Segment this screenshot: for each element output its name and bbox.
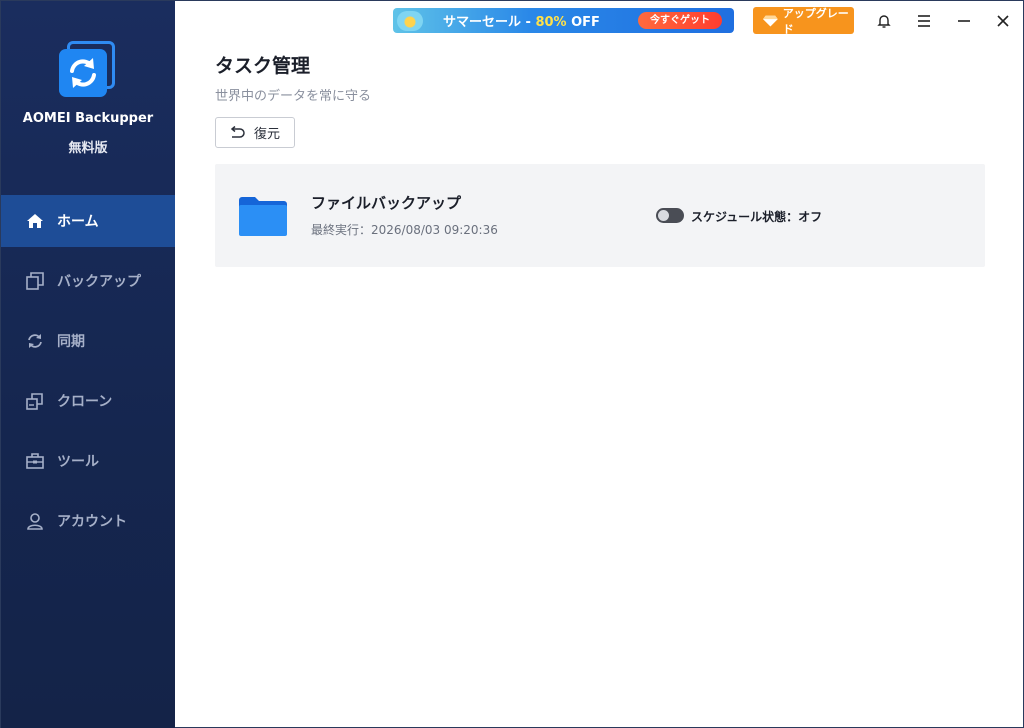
user-icon [25,511,45,531]
sidebar-item-account[interactable]: アカウント [1,495,175,547]
task-card[interactable]: ファイルバックアップ 最終実行：2026/08/03 09:20:36 スケジュ… [215,164,985,267]
backup-icon [25,271,45,291]
upgrade-label: アップグレード [782,6,849,36]
restore-button[interactable]: 復元 [215,117,295,148]
close-button[interactable] [991,9,1015,33]
task-last-run: 最終実行：2026/08/03 09:20:36 [311,223,498,237]
app-edition: 無料版 [68,141,108,156]
promo-off: OFF [566,15,600,30]
schedule-status: スケジュール状態：オフ [691,210,823,224]
app-name: AOMEI Backupper [22,111,154,126]
page-subtitle: 世界中のデータを常に守る [215,89,372,104]
sidebar-item-backup[interactable]: バックアップ [1,255,175,307]
schedule-toggle[interactable] [656,208,684,223]
restore-label: 復元 [254,127,281,142]
hamburger-icon [918,15,930,27]
upgrade-button[interactable]: アップグレード [753,6,854,36]
promo-text: サマーセール - 80% OFF [443,11,600,30]
diamond-icon [763,14,778,27]
home-icon [25,211,45,231]
sidebar-item-sync[interactable]: 同期 [1,315,175,367]
sidebar-item-home[interactable]: ホーム [1,195,175,247]
promo-percent: 80% [535,15,567,30]
logo-front-tile [59,49,107,97]
minimize-button[interactable] [952,9,976,33]
summer-sale-icon [397,10,423,31]
sidebar-item-label: クローン [57,394,113,410]
minimize-icon [958,20,970,22]
sidebar: AOMEI Backupper 無料版 ホーム バックアップ 同期 クローン ツ… [1,1,175,728]
notification-bell-button[interactable] [872,9,896,33]
sidebar-item-label: 同期 [57,334,85,350]
undo-icon [230,125,245,138]
sidebar-item-label: アカウント [57,514,127,530]
app-logo [57,39,119,101]
toggle-knob [658,210,669,221]
folder-icon [239,197,287,236]
clone-icon [25,391,45,411]
sidebar-item-clone[interactable]: クローン [1,375,175,427]
promo-get-now-button[interactable]: 今すぐゲット [638,12,722,29]
app-window: AOMEI Backupper 無料版 ホーム バックアップ 同期 クローン ツ… [0,0,1024,728]
close-icon [997,15,1009,27]
sidebar-nav: ホーム バックアップ 同期 クローン ツール アカウント [1,195,175,555]
sidebar-item-tools[interactable]: ツール [1,435,175,487]
bell-icon [877,15,891,28]
menu-button[interactable] [912,9,936,33]
promo-label: サマーセール - [443,15,536,30]
sidebar-item-label: ホーム [57,214,99,230]
sidebar-item-label: ツール [57,454,99,470]
sidebar-item-label: バックアップ [57,274,141,290]
task-name: ファイルバックアップ [311,194,462,212]
promo-banner[interactable]: サマーセール - 80% OFF 今すぐゲット [393,8,734,33]
page-title: タスク管理 [215,55,311,77]
sync-arrows-icon [70,58,96,88]
sync-icon [25,331,45,351]
toolbox-icon [25,451,45,471]
